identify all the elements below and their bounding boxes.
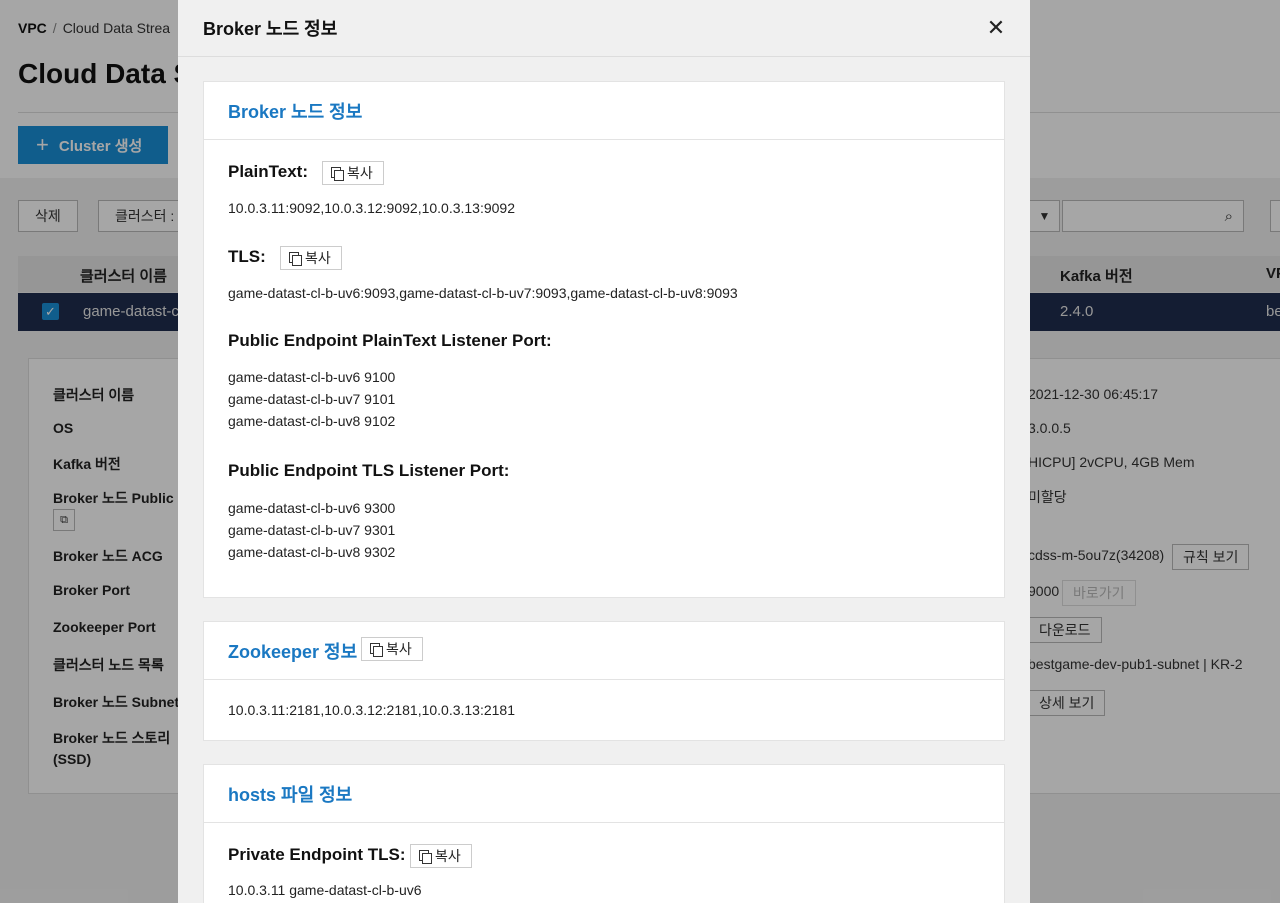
public-plaintext-port-line: game-datast-cl-b-uv7 9101 <box>228 391 396 407</box>
card-title: hosts 파일 정보 <box>228 785 353 805</box>
copy-label: 복사 <box>305 250 331 266</box>
public-tls-port-line: game-datast-cl-b-uv7 9301 <box>228 522 396 538</box>
public-tls-port-line: game-datast-cl-b-uv8 9302 <box>228 544 396 560</box>
public-plaintext-port-label: Public Endpoint PlainText Listener Port: <box>228 331 552 350</box>
plaintext-label: PlainText: <box>228 162 308 181</box>
copy-label: 복사 <box>435 848 461 864</box>
card-title: Broker 노드 정보 <box>228 102 363 122</box>
modal-header: Broker 노드 정보 ✕ <box>178 0 1030 57</box>
copy-zookeeper-button[interactable]: 복사 <box>361 637 423 661</box>
copy-plaintext-button[interactable]: 복사 <box>322 161 384 185</box>
public-tls-port-label: Public Endpoint TLS Listener Port: <box>228 461 510 480</box>
public-tls-port-line: game-datast-cl-b-uv6 9300 <box>228 500 396 516</box>
broker-info-card: Broker 노드 정보 PlainText: 복사 10.0.3.11:909… <box>203 81 1005 598</box>
public-plaintext-port-line: game-datast-cl-b-uv6 9100 <box>228 369 396 385</box>
private-tls-line: 10.0.3.11 game-datast-cl-b-uv6 <box>228 882 422 898</box>
card-header: Broker 노드 정보 <box>204 82 1004 140</box>
copy-private-tls-button[interactable]: 복사 <box>410 844 472 868</box>
copy-icon <box>419 849 432 864</box>
tls-label: TLS: <box>228 247 266 266</box>
public-plaintext-port-line: game-datast-cl-b-uv8 9102 <box>228 413 396 429</box>
zookeeper-value: 10.0.3.11:2181,10.0.3.12:2181,10.0.3.13:… <box>228 702 515 718</box>
copy-icon <box>370 642 383 657</box>
copy-icon <box>289 251 302 266</box>
copy-label: 복사 <box>386 641 412 657</box>
card-header: hosts 파일 정보 <box>204 765 1004 823</box>
plaintext-value: 10.0.3.11:9092,10.0.3.12:9092,10.0.3.13:… <box>228 200 515 216</box>
close-icon[interactable]: ✕ <box>984 16 1008 40</box>
modal-title: Broker 노드 정보 <box>203 19 338 39</box>
tls-value: game-datast-cl-b-uv6:9093,game-datast-cl… <box>228 285 738 301</box>
zookeeper-info-card: Zookeeper 정보 복사 10.0.3.11:2181,10.0.3.12… <box>203 621 1005 741</box>
hosts-info-card: hosts 파일 정보 Private Endpoint TLS: 복사 10.… <box>203 764 1005 903</box>
card-title: Zookeeper 정보 <box>228 642 358 662</box>
card-header: Zookeeper 정보 복사 <box>204 622 1004 680</box>
copy-tls-button[interactable]: 복사 <box>280 246 342 270</box>
copy-label: 복사 <box>347 165 373 181</box>
copy-icon <box>331 166 344 181</box>
private-tls-label: Private Endpoint TLS: <box>228 845 406 864</box>
broker-node-info-modal: Broker 노드 정보 ✕ Broker 노드 정보 PlainText: 복… <box>178 0 1030 903</box>
